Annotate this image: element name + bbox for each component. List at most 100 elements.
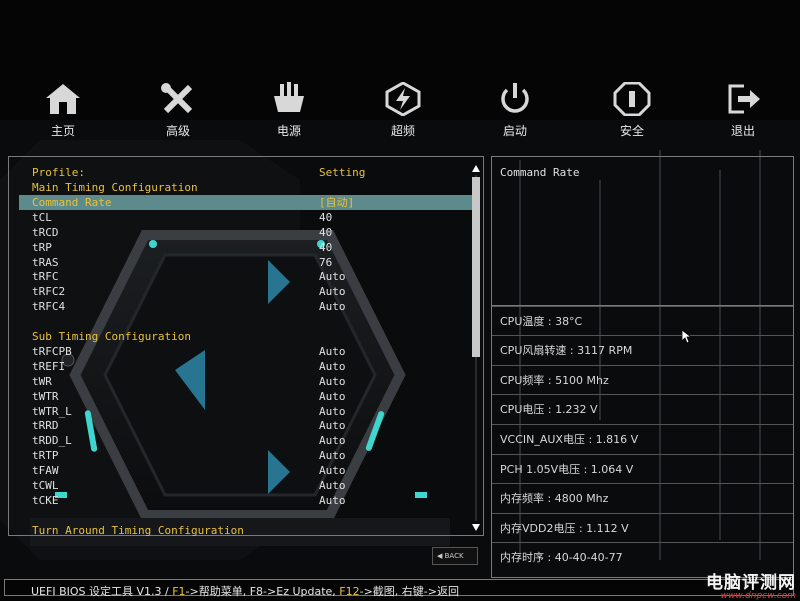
back-button[interactable]: ◀ BACK xyxy=(432,547,478,565)
nav-exit[interactable]: 退出 xyxy=(698,78,788,148)
top-navigation: 主页 高级 电源 超频 启动 安全 退出 xyxy=(0,78,800,148)
timing-row-trefi[interactable]: tREFI Auto xyxy=(9,359,469,374)
f1-key: F1 xyxy=(172,585,186,598)
timing-label: tRCD xyxy=(32,225,59,239)
timing-label: tCL xyxy=(32,210,52,224)
timing-row-trfc2[interactable]: tRFC2 Auto xyxy=(9,284,469,299)
timing-value[interactable]: Auto xyxy=(319,374,346,389)
timing-row-trfcpb[interactable]: tRFCPB Auto xyxy=(9,344,469,359)
mouse-cursor-icon xyxy=(682,330,692,344)
watermark: 电脑评测网 www.dnpcw.com xyxy=(706,573,796,601)
power-supply-icon xyxy=(274,82,304,112)
nav-power[interactable]: 电源 xyxy=(244,78,334,148)
timing-row-trcd[interactable]: tRCD 40 xyxy=(9,225,469,240)
security-icon xyxy=(613,82,651,116)
timing-value[interactable]: Auto xyxy=(319,359,346,374)
timing-label: Command Rate xyxy=(32,195,112,209)
timing-label: tRP xyxy=(32,240,52,254)
overclock-icon xyxy=(385,82,421,116)
hardware-monitor-panel: CPU温度 : 38°C CPU风扇转速 : 3117 RPM CPU频率 : … xyxy=(491,306,794,578)
hw-cpu-freq: CPU频率 : 5100 Mhz xyxy=(492,365,793,394)
timing-settings-panel: Profile: Setting Main Timing Configurati… xyxy=(8,156,484,565)
timing-label: tRFC xyxy=(32,270,59,284)
timing-label: tRTP xyxy=(32,449,59,463)
timing-row-twtr-l[interactable]: tWTR_L Auto xyxy=(9,404,469,419)
timing-value[interactable]: 40 xyxy=(319,225,332,240)
timing-row-twtr[interactable]: tWTR Auto xyxy=(9,389,469,404)
timing-row-trtp[interactable]: tRTP Auto xyxy=(9,448,469,463)
timing-label: tWR xyxy=(32,374,52,388)
timing-label: tWTR xyxy=(32,389,59,403)
timing-value[interactable]: Auto xyxy=(319,448,346,463)
help-text: Command Rate xyxy=(500,166,580,179)
timing-label: tRRD xyxy=(32,419,59,433)
timing-label: tRFC4 xyxy=(32,300,66,314)
timing-label: tRFCPB xyxy=(32,344,72,358)
scrollbar[interactable] xyxy=(472,165,480,531)
timing-value[interactable]: Auto xyxy=(319,299,346,314)
timing-value[interactable]: Auto xyxy=(319,284,346,299)
timing-value[interactable]: Auto xyxy=(319,478,346,493)
timing-label: tREFI xyxy=(32,359,66,373)
timing-row-twr[interactable]: tWR Auto xyxy=(9,374,469,389)
exit-icon xyxy=(728,84,760,114)
timing-row-tcwl[interactable]: tCWL Auto xyxy=(9,478,469,493)
timing-value[interactable]: 40 xyxy=(319,240,332,255)
timing-label: tFAW xyxy=(32,464,59,478)
timing-label: tRDD_L xyxy=(32,434,72,448)
timing-row-tcke[interactable]: tCKE Auto xyxy=(9,493,469,508)
timing-label: Sub Timing Configuration xyxy=(32,330,191,343)
timing-label: Main Timing Configuration xyxy=(32,181,198,194)
status-bar: UEFI BIOS 设定工具 V1.3 / F1->帮助菜单, F8->Ez U… xyxy=(4,579,794,598)
timing-value[interactable]: Auto xyxy=(319,493,346,508)
timing-label: tCWL xyxy=(32,479,59,492)
boot-icon xyxy=(501,83,529,113)
hw-cpu-temp: CPU温度 : 38°C xyxy=(492,306,793,335)
timing-value[interactable]: Auto xyxy=(319,463,346,478)
timing-row-trdd-l[interactable]: tRDD_L Auto xyxy=(9,433,469,448)
hw-mem-vdd2: 内存VDD2电压 : 1.112 V xyxy=(492,513,793,542)
timing-value[interactable]: Auto xyxy=(319,269,346,284)
timing-row-command-rate[interactable]: Command Rate [自动] xyxy=(19,194,475,210)
back-arrow-icon: ◀ xyxy=(437,552,443,560)
nav-advanced[interactable]: 高级 xyxy=(133,78,223,148)
timing-row-blank xyxy=(9,508,469,523)
timing-row-trrd[interactable]: tRRD Auto xyxy=(9,418,469,433)
scroll-down-arrow-icon[interactable] xyxy=(472,524,480,531)
timing-label: tRFC2 xyxy=(32,285,66,299)
hw-mem-timing: 内存时序 : 40-40-40-77 xyxy=(492,542,793,571)
section-sub-timing-configuration: Sub Timing Configuration xyxy=(9,329,469,344)
profile-row: Profile: Setting xyxy=(32,166,366,179)
timing-value[interactable]: [自动] xyxy=(319,195,354,210)
timing-label: tRAS xyxy=(32,255,59,269)
timing-row-trfc[interactable]: tRFC Auto xyxy=(9,269,469,284)
timing-row-tfaw[interactable]: tFAW Auto xyxy=(9,463,469,478)
nav-overclock[interactable]: 超频 xyxy=(358,78,448,148)
timing-row-tcl[interactable]: tCL 40 xyxy=(9,210,469,225)
timing-value[interactable]: Auto xyxy=(319,404,346,419)
timing-label: Turn Around Timing Configuration xyxy=(32,523,244,537)
hw-cpu-fan: CPU风扇转速 : 3117 RPM xyxy=(492,335,793,364)
timing-value[interactable]: 76 xyxy=(319,255,332,270)
nav-security[interactable]: 安全 xyxy=(587,78,677,148)
nav-boot[interactable]: 启动 xyxy=(470,78,560,148)
timing-row-tras[interactable]: tRAS 76 xyxy=(9,255,469,270)
timing-value[interactable]: 40 xyxy=(319,210,332,225)
timing-row-trfc4[interactable]: tRFC4 Auto xyxy=(9,299,469,314)
hw-vccin-aux: VCCIN_AUX电压 : 1.816 V xyxy=(492,424,793,453)
hw-mem-freq: 内存频率 : 4800 Mhz xyxy=(492,483,793,512)
timing-row-trp[interactable]: tRP 40 xyxy=(9,240,469,255)
timing-value[interactable]: Auto xyxy=(319,433,346,448)
home-icon xyxy=(46,84,80,114)
scroll-up-arrow-icon[interactable] xyxy=(472,165,480,172)
timing-value[interactable]: Auto xyxy=(319,344,346,359)
timing-value[interactable]: Auto xyxy=(319,418,346,433)
nav-home[interactable]: 主页 xyxy=(18,78,108,148)
timing-row-blank xyxy=(9,314,469,329)
section-turn-around-timing-configuration: Turn Around Timing Configuration xyxy=(9,523,469,538)
timing-label: tCKE xyxy=(32,493,59,507)
timing-value[interactable]: Auto xyxy=(319,389,346,404)
hw-pch-voltage: PCH 1.05V电压 : 1.064 V xyxy=(492,454,793,483)
scroll-thumb[interactable] xyxy=(472,177,480,357)
tools-icon xyxy=(161,83,193,114)
